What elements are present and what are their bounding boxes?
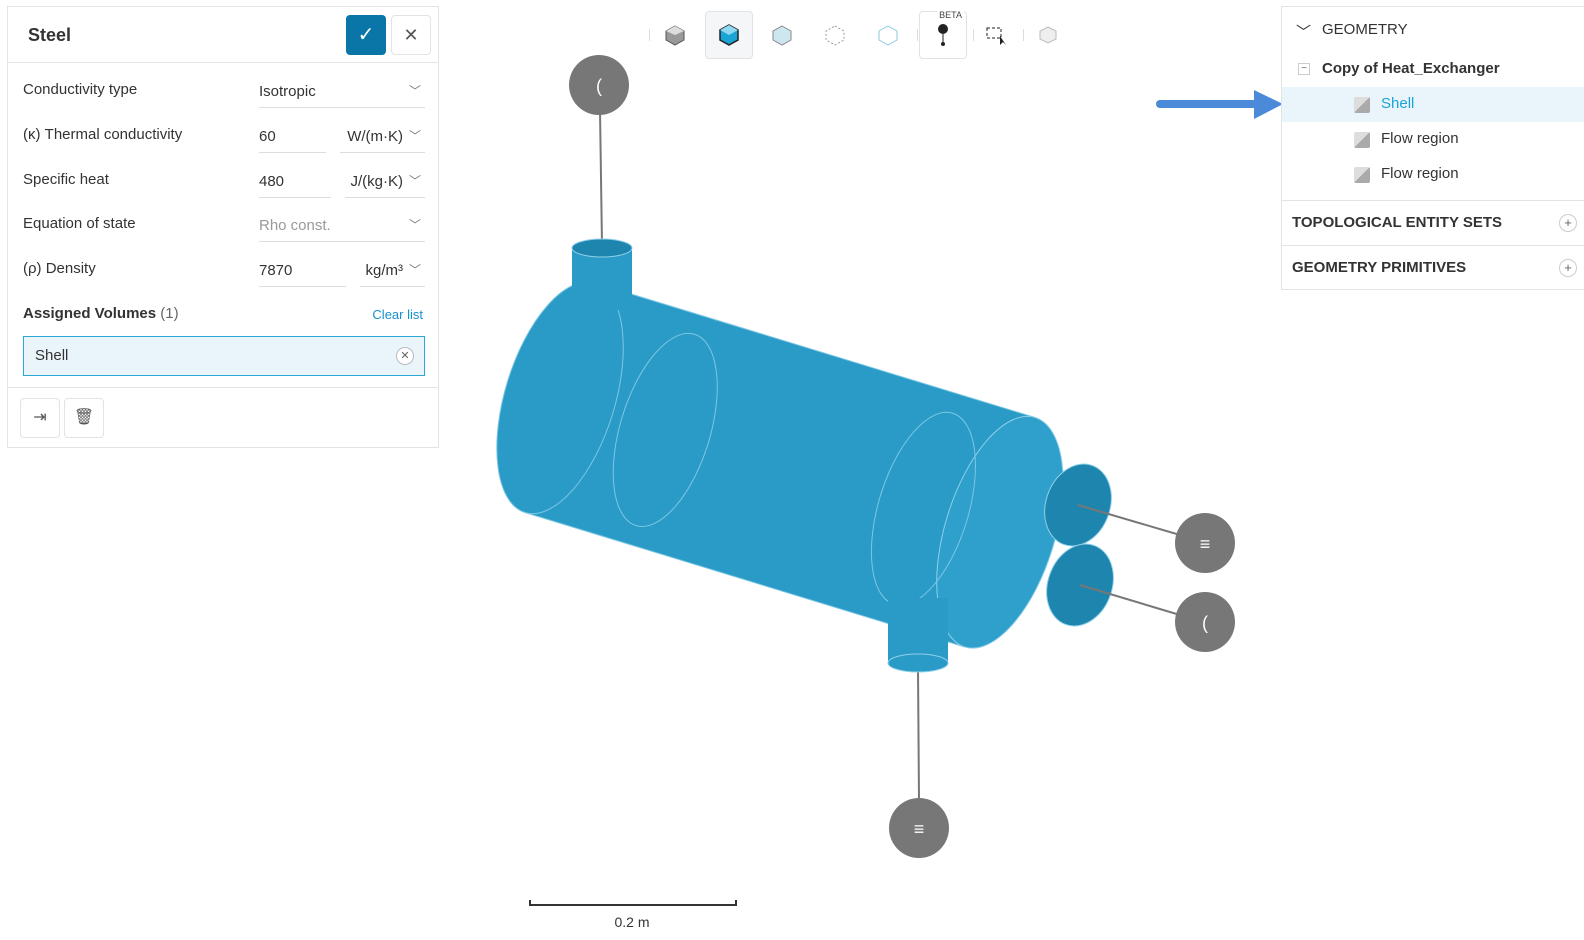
- material-panel: Steel ✓ ✕ Conductivity type Isotropic ﹀ (…: [7, 6, 439, 448]
- panel-title: Steel: [28, 25, 72, 45]
- wireframe-view-button[interactable]: [811, 11, 859, 59]
- close-icon: ✕: [403, 25, 419, 45]
- thermal-conductivity-row: (κ) Thermal conductivity 60 W/(m·K) ﹀: [23, 114, 425, 158]
- volume-cube-icon: [1354, 97, 1370, 113]
- svg-text:(: (: [1202, 613, 1208, 633]
- box-select-button[interactable]: [973, 11, 1021, 59]
- specific-heat-row: Specific heat 480 J/(kg·K) ﹀: [23, 159, 425, 203]
- inlet-marker[interactable]: ≡: [1175, 513, 1235, 573]
- pin-icon: [938, 24, 948, 46]
- collapse-chevron-icon[interactable]: ﹀: [1296, 21, 1311, 42]
- conductivity-type-row: Conductivity type Isotropic ﹀: [23, 69, 425, 113]
- equation-of-state-row: Equation of state Rho const. ﹀: [23, 203, 425, 247]
- geometry-primitives-title[interactable]: GEOMETRY PRIMITIVES: [1292, 259, 1466, 276]
- pointer-arrow: [1156, 90, 1283, 119]
- conductivity-type-select[interactable]: Isotropic ﹀: [259, 73, 425, 108]
- chevron-down-icon: ﹀: [408, 263, 421, 277]
- cube-edges-icon: [719, 24, 739, 46]
- tree-root-node[interactable]: − Copy of Heat_Exchanger: [1282, 52, 1584, 87]
- svg-text:≡: ≡: [1200, 534, 1211, 554]
- inlet-marker[interactable]: ≡: [889, 798, 949, 858]
- solid-edges-view-button[interactable]: [705, 11, 753, 59]
- solid-view-button[interactable]: [651, 11, 699, 59]
- cube-wireframe-icon: [825, 25, 845, 46]
- field-label: (ρ) Density: [23, 260, 96, 277]
- assigned-volume-item[interactable]: Shell ✕: [23, 336, 425, 376]
- clear-list-link[interactable]: Clear list: [372, 307, 423, 322]
- tree-item-flow-region[interactable]: Flow region: [1282, 122, 1584, 157]
- cube-solid-icon: [665, 25, 685, 46]
- chevron-down-icon: ﹀: [408, 174, 421, 188]
- chevron-down-icon: ﹀: [408, 129, 421, 143]
- field-label: Specific heat: [23, 171, 109, 188]
- assigned-volumes-heading: Assigned Volumes (1): [23, 305, 179, 322]
- geometry-tree-panel: ﹀ GEOMETRY − Copy of Heat_Exchanger Shel…: [1281, 6, 1584, 290]
- add-icon[interactable]: +: [1559, 259, 1577, 277]
- cube-transparent-icon: [772, 25, 792, 46]
- assigned-count: (1): [160, 305, 179, 322]
- chevron-down-icon: ﹀: [408, 218, 421, 232]
- heat-exchanger-model[interactable]: [472, 109, 1181, 801]
- svg-text:(: (: [596, 76, 602, 96]
- outlet-marker[interactable]: (: [1175, 592, 1235, 652]
- delete-button[interactable]: 🗑: [64, 398, 104, 438]
- volume-cube-icon: [1354, 132, 1370, 148]
- outlet-marker[interactable]: (: [569, 55, 629, 115]
- tree-node-label: Shell: [1381, 95, 1415, 112]
- topological-entity-sets-title[interactable]: TOPOLOGICAL ENTITY SETS: [1292, 214, 1502, 231]
- tree-node-label: Copy of Heat_Exchanger: [1322, 60, 1500, 77]
- volume-cube-icon: [1354, 167, 1370, 183]
- select-value: Isotropic: [259, 83, 316, 100]
- check-icon: ✓: [357, 24, 375, 46]
- tree-item-flow-region[interactable]: Flow region: [1282, 157, 1584, 192]
- mesh-cube-icon: [1039, 26, 1057, 44]
- field-label: Conductivity type: [23, 81, 138, 98]
- confirm-button[interactable]: ✓: [346, 15, 386, 55]
- unit-value: W/(m·K): [347, 128, 403, 145]
- density-unit-select[interactable]: kg/m³ ﹀: [360, 252, 425, 287]
- collapse-toggle-icon[interactable]: −: [1298, 63, 1310, 75]
- thermal-conductivity-input[interactable]: 60: [259, 118, 326, 153]
- density-input[interactable]: 7870: [259, 252, 346, 287]
- equation-of-state-select[interactable]: Rho const. ﹀: [259, 207, 425, 242]
- trash-icon: 🗑: [73, 409, 95, 426]
- geometry-section-title[interactable]: GEOMETRY: [1322, 21, 1408, 38]
- tree-item-shell[interactable]: Shell: [1282, 87, 1584, 122]
- assigned-volume-label: Shell: [35, 347, 69, 364]
- remove-icon[interactable]: ✕: [396, 347, 414, 365]
- specific-heat-input[interactable]: 480: [259, 163, 331, 198]
- field-label: (κ) Thermal conductivity: [23, 126, 183, 143]
- panel-footer: ⇥ 🗑: [8, 387, 438, 438]
- add-icon[interactable]: +: [1559, 214, 1577, 232]
- specific-heat-unit-select[interactable]: J/(kg·K) ﹀: [345, 163, 425, 198]
- import-icon: ⇥: [33, 409, 47, 426]
- probe-point-button[interactable]: BETA: [919, 10, 967, 59]
- transparent-view-button[interactable]: [758, 11, 806, 59]
- svg-text:≡: ≡: [914, 819, 925, 839]
- thermal-conductivity-unit-select[interactable]: W/(m·K) ﹀: [340, 118, 425, 153]
- unit-value: J/(kg·K): [350, 173, 404, 190]
- mesh-view-button[interactable]: [1024, 11, 1072, 59]
- chevron-down-icon: ﹀: [408, 84, 421, 98]
- view-toolbar: BETA: [649, 10, 1075, 59]
- cube-outline-icon: [878, 25, 898, 46]
- import-button[interactable]: ⇥: [20, 398, 60, 438]
- scale-label: 0.2 m: [614, 914, 650, 930]
- density-row: (ρ) Density 7870 kg/m³ ﹀: [23, 248, 425, 292]
- close-button[interactable]: ✕: [391, 15, 431, 55]
- box-select-icon: [986, 27, 1006, 45]
- scale-bar: [529, 900, 737, 906]
- select-value: Rho const.: [259, 217, 331, 234]
- unit-value: kg/m³: [365, 262, 404, 279]
- outline-view-button[interactable]: [864, 11, 912, 59]
- tree-node-label: Flow region: [1381, 130, 1459, 147]
- field-label: Equation of state: [23, 215, 136, 232]
- tree-node-label: Flow region: [1381, 165, 1459, 182]
- assigned-volumes-label: Assigned Volumes: [23, 305, 157, 322]
- beta-badge: BETA: [937, 10, 964, 20]
